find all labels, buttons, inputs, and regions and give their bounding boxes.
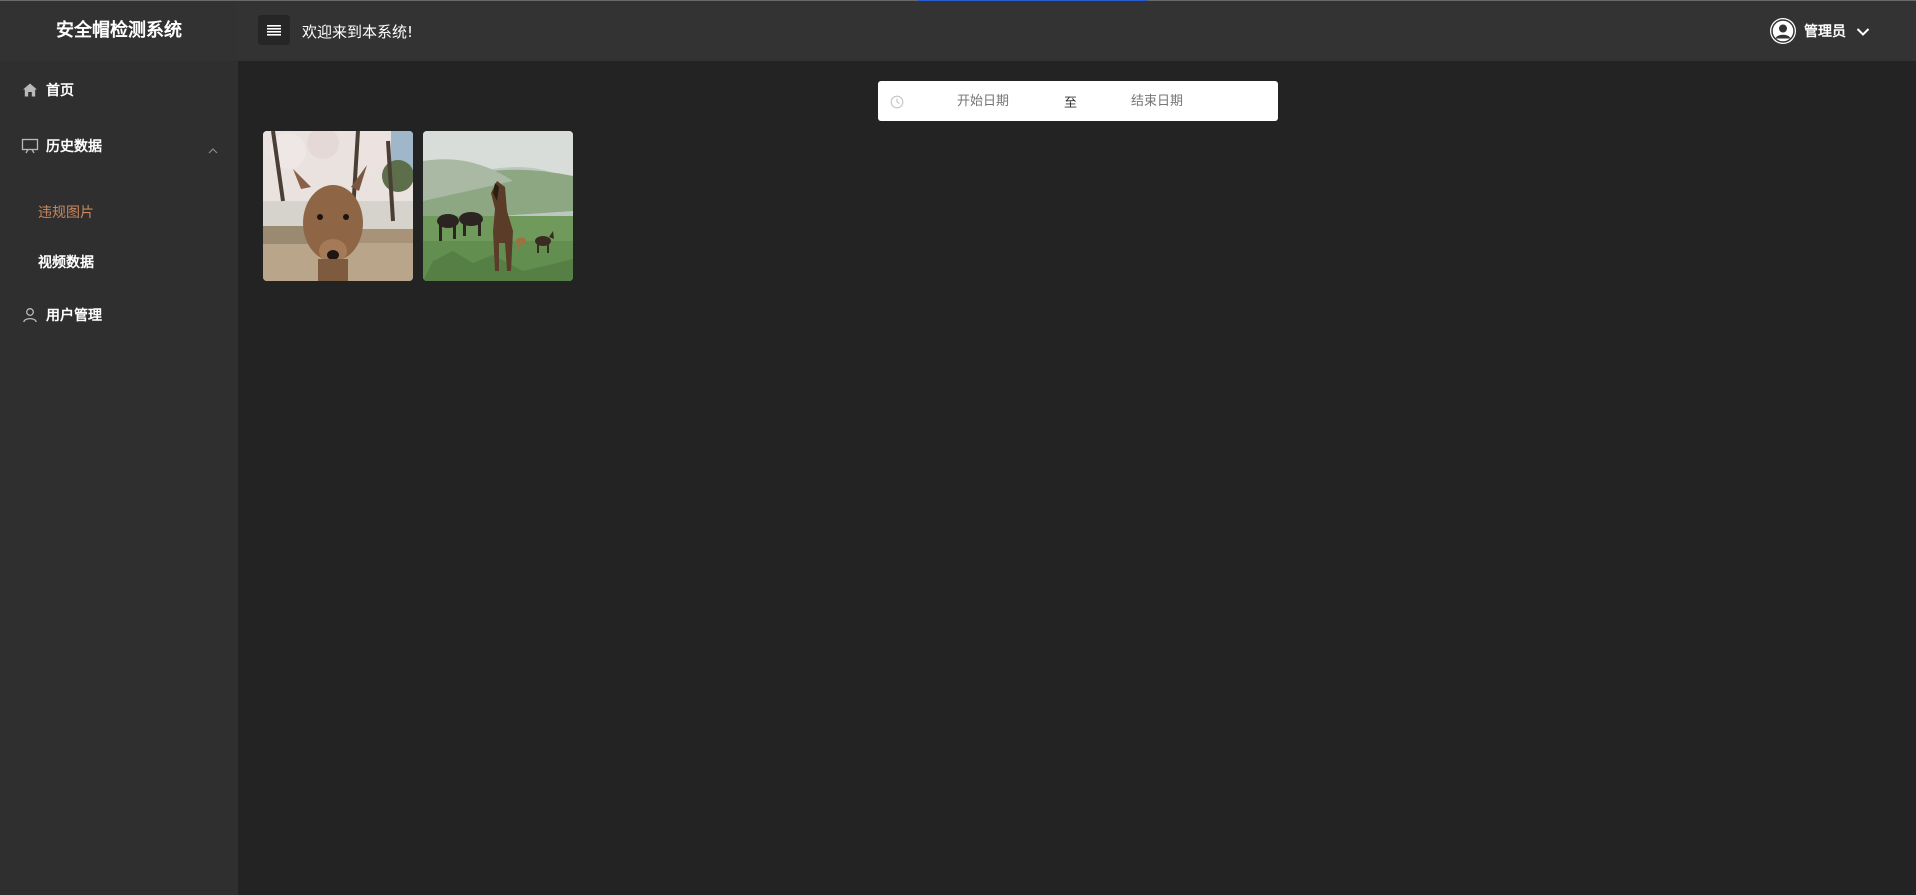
app-title: 安全帽检测系统 [0,1,238,61]
hamburger-icon [267,21,281,40]
monitor-icon [21,137,39,155]
chevron-up-icon [208,140,218,159]
user-menu[interactable]: 管理员 [1770,18,1870,44]
start-date-input[interactable] [936,92,1030,109]
sidebar-item-label: 历史数据 [46,139,102,155]
sidebar: 安全帽检测系统 首页 历史数据 违规图片 视频数据 用户管理 [0,1,238,895]
user-name: 管理员 [1804,24,1846,40]
sidebar-item-home[interactable]: 首页 [0,68,238,112]
avatar [1770,18,1796,44]
date-range-separator: 至 [1064,96,1078,111]
welcome-text: 欢迎来到本系统! [302,23,414,41]
sidebar-item-user-management[interactable]: 用户管理 [0,293,238,337]
sidebar-subitem-violation-images[interactable]: 违规图片 [0,192,238,232]
gallery-image-horses[interactable] [423,131,573,281]
sidebar-subitem-label: 违规图片 [38,205,94,221]
sidebar-item-label: 首页 [46,83,74,99]
sidebar-item-label: 用户管理 [46,308,102,324]
menu-toggle-button[interactable] [258,15,290,45]
end-date-input[interactable] [1110,92,1204,109]
date-range-picker[interactable]: 至 [878,81,1278,121]
horses-photo-icon [423,131,573,281]
sidebar-subitem-video-data[interactable]: 视频数据 [0,242,238,282]
deer-photo-icon [263,131,413,281]
sidebar-item-history[interactable]: 历史数据 [0,124,238,168]
sidebar-subitem-label: 视频数据 [38,255,94,271]
gallery-image-deer[interactable] [263,131,413,281]
home-icon [21,81,39,99]
main-content: 至 [238,61,1916,895]
chevron-down-icon [1856,22,1870,41]
clock-icon [890,94,904,113]
top-header: 欢迎来到本系统! 管理员 [238,1,1916,61]
user-icon [21,306,39,324]
